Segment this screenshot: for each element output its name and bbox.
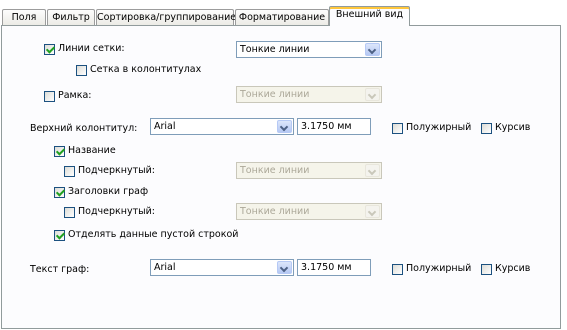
title-label: Название bbox=[68, 145, 116, 156]
border-style-value: Тонкие линии bbox=[240, 89, 310, 100]
gridlines-style-select[interactable]: Тонкие линии bbox=[236, 41, 382, 58]
tab-sorting-grouping[interactable]: Сортировка/группирование bbox=[96, 9, 236, 25]
chevron-down-icon bbox=[365, 164, 380, 177]
column-text-bold-checkbox[interactable] bbox=[392, 264, 403, 275]
tab-formatting[interactable]: Форматирование bbox=[235, 9, 329, 25]
gridlines-style-value: Тонкие линии bbox=[240, 44, 310, 55]
border-checkbox[interactable] bbox=[44, 91, 55, 102]
grid-in-headers-label: Сетка в колонтитулах bbox=[90, 64, 202, 75]
chevron-down-icon[interactable] bbox=[365, 43, 380, 56]
column-text-italic-checkbox[interactable] bbox=[481, 264, 492, 275]
header-italic-label: Курсив bbox=[495, 122, 531, 133]
gridlines-checkbox[interactable] bbox=[44, 44, 55, 55]
column-text-bold-label: Полужирный bbox=[406, 263, 472, 274]
header-size-value: 3.1750 мм bbox=[301, 121, 352, 132]
title-underline-style-select: Тонкие линии bbox=[236, 162, 382, 179]
header-bold-checkbox[interactable] bbox=[392, 123, 403, 134]
chevron-down-icon bbox=[365, 88, 380, 101]
header-size-input[interactable]: 3.1750 мм bbox=[297, 118, 371, 135]
column-text-italic-label: Курсив bbox=[495, 263, 531, 274]
header-font-select[interactable]: Arial bbox=[150, 118, 294, 135]
title-underline-style-value: Тонкие линии bbox=[240, 165, 310, 176]
tab-filter[interactable]: Фильтр bbox=[47, 9, 95, 25]
column-underline-style-select: Тонкие линии bbox=[236, 203, 382, 220]
header-font-value: Arial bbox=[154, 121, 176, 132]
column-underline-checkbox[interactable] bbox=[64, 207, 75, 218]
gridlines-label: Линии сетки: bbox=[58, 43, 125, 54]
chevron-down-icon bbox=[365, 205, 380, 218]
chevron-down-icon[interactable] bbox=[277, 120, 292, 133]
title-checkbox[interactable] bbox=[54, 146, 65, 157]
header-bold-label: Полужирный bbox=[406, 122, 472, 133]
border-style-select: Тонкие линии bbox=[236, 86, 382, 103]
header-italic-checkbox[interactable] bbox=[481, 123, 492, 134]
column-headers-checkbox[interactable] bbox=[54, 187, 65, 198]
chevron-down-icon[interactable] bbox=[277, 261, 292, 274]
column-headers-label: Заголовки граф bbox=[68, 186, 149, 197]
tab-fields[interactable]: Поля bbox=[2, 9, 46, 25]
separate-blank-row-label: Отделять данные пустой строкой bbox=[68, 229, 239, 240]
tab-strip: Поля Фильтр Сортировка/группирование Фор… bbox=[0, 0, 567, 26]
separate-blank-row-checkbox[interactable] bbox=[54, 230, 65, 241]
column-text-size-value: 3.1750 мм bbox=[301, 262, 352, 273]
column-underline-style-value: Тонкие линии bbox=[240, 206, 310, 217]
border-label: Рамка: bbox=[58, 90, 92, 101]
column-text-font-select[interactable]: Arial bbox=[150, 259, 294, 276]
title-underline-label: Подчеркнутый: bbox=[78, 165, 155, 176]
grid-in-headers-checkbox[interactable] bbox=[76, 65, 87, 76]
title-underline-checkbox[interactable] bbox=[64, 166, 75, 177]
column-text-font-value: Arial bbox=[154, 262, 176, 273]
column-underline-label: Подчеркнутый: bbox=[78, 206, 155, 217]
column-text-size-input[interactable]: 3.1750 мм bbox=[297, 259, 371, 276]
column-text-label: Текст граф: bbox=[30, 264, 90, 275]
tab-appearance[interactable]: Внешний вид bbox=[329, 6, 410, 26]
header-font-label: Верхний колонтитул: bbox=[30, 123, 138, 134]
